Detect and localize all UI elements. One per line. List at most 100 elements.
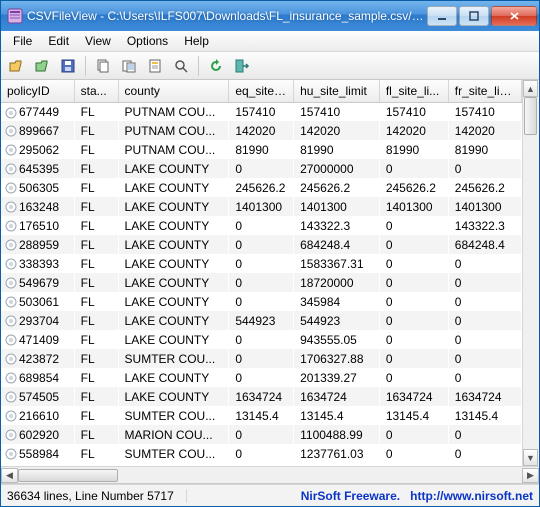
scroll-left-icon[interactable]: ◀ (1, 468, 18, 483)
table-row[interactable]: 503061FLLAKE COUNTY034598400 (1, 292, 522, 311)
cell-hu: 13145.4 (294, 406, 380, 425)
cell-eq: 1634724 (229, 387, 294, 406)
maximize-button[interactable] (459, 6, 489, 26)
cell-hu: 1634724 (294, 387, 380, 406)
status-brand-link[interactable]: http://www.nirsoft.net (410, 489, 533, 503)
close-button[interactable] (491, 6, 537, 26)
window-title: CSVFileView - C:\Users\ILFS007\Downloads… (27, 9, 427, 23)
cell-fr: 13145.4 (448, 406, 521, 425)
cell-policyID: 216610 (1, 406, 74, 425)
cell-policyID: 506305 (1, 178, 74, 197)
table-row[interactable]: 602920FLMARION COU...01100488.9900 (1, 425, 522, 444)
horizontal-scrollbar[interactable]: ◀ ▶ (1, 466, 539, 483)
cell-state: FL (74, 368, 118, 387)
toolbar-separator (198, 56, 199, 76)
cell-fl: 0 (379, 444, 448, 463)
cell-eq: 0 (229, 216, 294, 235)
col-eq[interactable]: eq_site_l... (229, 80, 294, 102)
table-row[interactable]: 293704FLLAKE COUNTY54492354492300 (1, 311, 522, 330)
menu-edit[interactable]: Edit (40, 32, 77, 50)
table-row[interactable]: 423872FLSUMTER COU...01706327.8800 (1, 349, 522, 368)
cell-county: LAKE COUNTY (118, 387, 229, 406)
cell-state: FL (74, 254, 118, 273)
cell-state: FL (74, 273, 118, 292)
cell-state: FL (74, 387, 118, 406)
table-row[interactable]: 288959FLLAKE COUNTY0684248.40684248.4 (1, 235, 522, 254)
minimize-button[interactable] (427, 6, 457, 26)
hscroll-thumb[interactable] (18, 469, 118, 482)
cell-eq: 0 (229, 235, 294, 254)
menu-help[interactable]: Help (176, 32, 217, 50)
menu-options[interactable]: Options (119, 32, 176, 50)
vertical-scrollbar[interactable]: ▲ ▼ (522, 80, 539, 466)
table-row[interactable]: 163248FLLAKE COUNTY140130014013001401300… (1, 197, 522, 216)
col-fr[interactable]: fr_site_limit (448, 80, 521, 102)
menu-view[interactable]: View (77, 32, 119, 50)
cell-fr: 143322.3 (448, 216, 521, 235)
table-row[interactable]: 338393FLLAKE COUNTY01583367.3100 (1, 254, 522, 273)
table-row[interactable]: 899667FLPUTNAM COU...1420201420201420201… (1, 121, 522, 140)
cell-state: FL (74, 292, 118, 311)
col-state[interactable]: sta... (74, 80, 118, 102)
menu-file[interactable]: File (5, 32, 40, 50)
cell-hu: 1706327.88 (294, 349, 380, 368)
cell-fr: 1634724 (448, 387, 521, 406)
table-row[interactable]: 645395FLLAKE COUNTY02700000000 (1, 159, 522, 178)
statusbar: 36634 lines, Line Number 5717 NirSoft Fr… (1, 484, 539, 506)
table-row[interactable]: 506305FLLAKE COUNTY245626.2245626.224562… (1, 178, 522, 197)
refresh-icon[interactable] (205, 55, 227, 77)
open-icon[interactable] (5, 55, 27, 77)
cell-policyID: 689854 (1, 368, 74, 387)
hscroll-track[interactable] (18, 468, 522, 483)
cell-county: PUTNAM COU... (118, 121, 229, 140)
exit-icon[interactable] (231, 55, 253, 77)
table-viewport[interactable]: policyID sta... county eq_site_l... hu_s… (1, 80, 522, 466)
table-row[interactable]: 295062FLPUTNAM COU...8199081990819908199… (1, 140, 522, 159)
col-county[interactable]: county (118, 80, 229, 102)
cell-fl: 0 (379, 159, 448, 178)
col-hu[interactable]: hu_site_limit (294, 80, 380, 102)
table-row[interactable]: 677449FLPUTNAM COU...1574101574101574101… (1, 102, 522, 121)
col-fl[interactable]: fl_site_li... (379, 80, 448, 102)
table-row[interactable]: 558984FLSUMTER COU...01237761.0300 (1, 444, 522, 463)
properties-icon[interactable] (144, 55, 166, 77)
cell-county: LAKE COUNTY (118, 273, 229, 292)
find-icon[interactable] (170, 55, 192, 77)
cell-policyID: 899667 (1, 121, 74, 140)
cell-policyID: 602920 (1, 425, 74, 444)
cell-policyID: 295062 (1, 140, 74, 159)
table-row[interactable]: 574505FLLAKE COUNTY163472416347241634724… (1, 387, 522, 406)
data-table: policyID sta... county eq_site_l... hu_s… (1, 80, 522, 463)
cell-eq: 0 (229, 425, 294, 444)
cell-eq: 0 (229, 273, 294, 292)
scroll-right-icon[interactable]: ▶ (522, 468, 539, 483)
cell-hu: 943555.05 (294, 330, 380, 349)
status-line-count: 36634 lines, Line Number 5717 (7, 489, 187, 503)
cell-eq: 1401300 (229, 197, 294, 216)
cell-eq: 0 (229, 292, 294, 311)
col-policyID[interactable]: policyID (1, 80, 74, 102)
copy-items-icon[interactable] (118, 55, 140, 77)
scroll-up-icon[interactable]: ▲ (523, 80, 538, 97)
table-row[interactable]: 689854FLLAKE COUNTY0201339.2700 (1, 368, 522, 387)
table-row[interactable]: 216610FLSUMTER COU...13145.413145.413145… (1, 406, 522, 425)
table-row[interactable]: 176510FLLAKE COUNTY0143322.30143322.3 (1, 216, 522, 235)
copy-icon[interactable] (92, 55, 114, 77)
scroll-down-icon[interactable]: ▼ (523, 449, 538, 466)
open-advanced-icon[interactable] (31, 55, 53, 77)
cell-county: LAKE COUNTY (118, 330, 229, 349)
menubar: File Edit View Options Help (1, 31, 539, 52)
cell-policyID: 423872 (1, 349, 74, 368)
vscroll-thumb[interactable] (524, 97, 537, 135)
table-row[interactable]: 471409FLLAKE COUNTY0943555.0500 (1, 330, 522, 349)
save-icon[interactable] (57, 55, 79, 77)
table-area: policyID sta... county eq_site_l... hu_s… (1, 80, 539, 484)
cell-fr: 142020 (448, 121, 521, 140)
table-row[interactable]: 549679FLLAKE COUNTY01872000000 (1, 273, 522, 292)
cell-hu: 684248.4 (294, 235, 380, 254)
cell-fr: 0 (448, 292, 521, 311)
cell-fr: 0 (448, 159, 521, 178)
cell-county: LAKE COUNTY (118, 159, 229, 178)
cell-county: LAKE COUNTY (118, 197, 229, 216)
vscroll-track[interactable] (523, 97, 538, 449)
